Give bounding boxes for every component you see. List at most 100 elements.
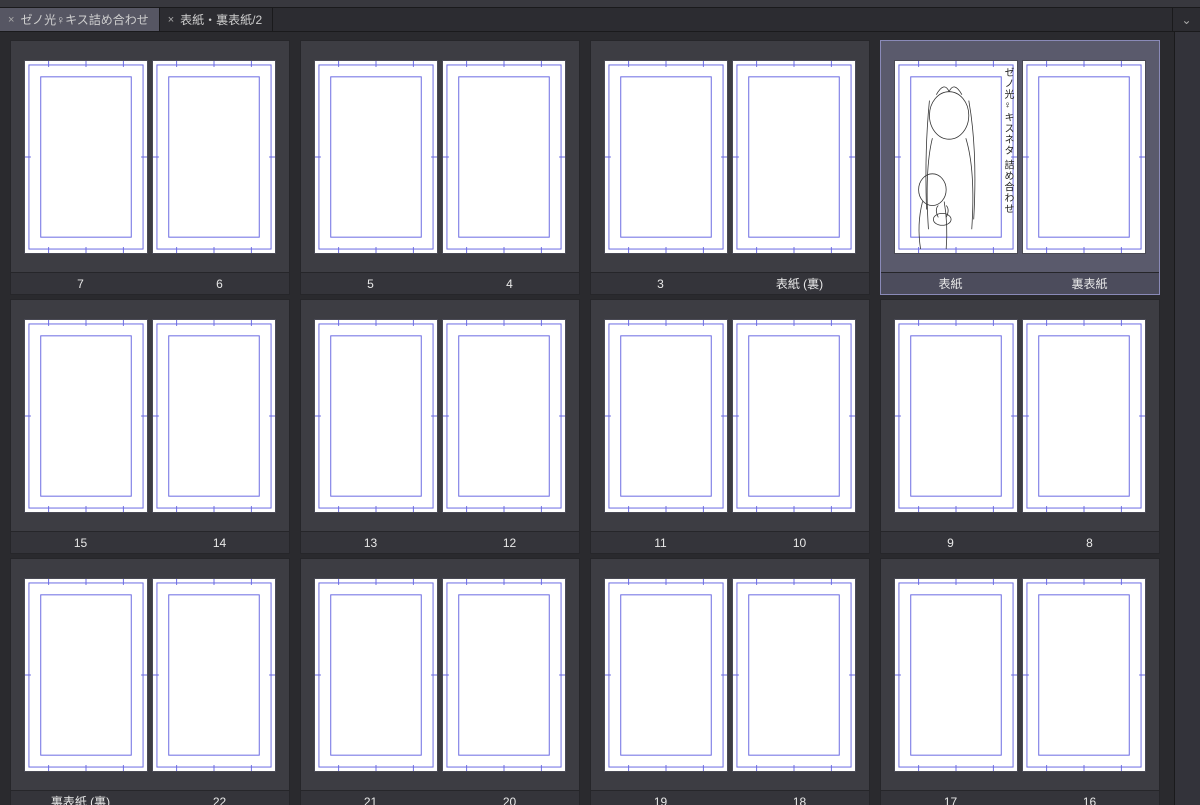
spread-thumbnail[interactable]: 1918 [590,558,870,805]
page-label-right: 14 [150,532,289,553]
cover-title-line: 詰め合わせ [1002,159,1013,214]
page-canvas [24,319,148,513]
spread-preview [591,559,869,790]
spread-preview [591,300,869,531]
spread-thumbnail[interactable]: 裏表紙 (裏)22 [10,558,290,805]
spread-preview [11,41,289,272]
spread-thumbnail[interactable]: 54 [300,40,580,295]
page-canvas [732,319,856,513]
page-label-left: 15 [11,532,150,553]
page-canvas [1022,60,1146,254]
page-canvas [152,319,276,513]
page-manager-workspace: 76 [0,32,1174,805]
page-label-left: 3 [591,273,730,294]
spread-label-bar: 76 [11,272,289,294]
spread-label-bar: 1110 [591,531,869,553]
page-canvas [24,60,148,254]
spread-label-bar: 3表紙 (裏) [591,272,869,294]
page-canvas [732,60,856,254]
page-canvas [604,60,728,254]
cover-title-text: ゼノ光♀キスネタ 詰め合わせ [895,61,1017,253]
page-label-right: 22 [150,791,289,805]
page-canvas [314,60,438,254]
spread-label-bar: 2120 [301,790,579,805]
spread-thumbnail[interactable]: 1514 [10,299,290,554]
page-canvas [894,578,1018,772]
spread-label-bar: 表紙裏表紙 [881,272,1159,294]
page-label-left: 9 [881,532,1020,553]
spread-thumbnail[interactable]: ゼノ光♀キスネタ 詰め合わせ 表紙裏表紙 [880,40,1160,295]
spread-label-bar: 1514 [11,531,289,553]
spread-label-bar: 1716 [881,790,1159,805]
right-panel-gutter [1174,32,1200,805]
spread-label-bar: 1918 [591,790,869,805]
document-tab-1[interactable]: × 表紙・裏表紙/2 [160,8,273,31]
page-canvas [314,578,438,772]
spread-label-bar: 98 [881,531,1159,553]
page-canvas [604,578,728,772]
spread-thumbnail[interactable]: 1716 [880,558,1160,805]
spread-thumbnail[interactable]: 76 [10,40,290,295]
spread-preview [881,300,1159,531]
page-canvas: ゼノ光♀キスネタ 詰め合わせ [894,60,1018,254]
chevron-down-icon: ⌄ [1181,13,1191,27]
spread-preview [11,559,289,790]
document-tab-label: ゼノ光♀キス詰め合わせ [20,11,148,28]
spread-preview [301,300,579,531]
document-tab-0[interactable]: × ゼノ光♀キス詰め合わせ [0,8,160,31]
page-canvas [604,319,728,513]
spread-preview [301,559,579,790]
spread-thumbnail-grid: 76 [0,32,1174,805]
page-canvas [314,319,438,513]
page-label-right: 18 [730,791,869,805]
spread-thumbnail[interactable]: 1312 [300,299,580,554]
page-canvas [442,60,566,254]
page-label-left: 19 [591,791,730,805]
spread-preview [11,300,289,531]
page-label-left: 表紙 [881,273,1020,294]
page-label-right: 10 [730,532,869,553]
page-canvas [442,578,566,772]
document-tab-label: 表紙・裏表紙/2 [180,11,262,28]
close-icon[interactable]: × [168,14,174,26]
page-label-right: 4 [440,273,579,294]
spread-preview [881,559,1159,790]
tab-overflow-button[interactable]: ⌄ [1172,8,1200,31]
page-label-left: 13 [301,532,440,553]
page-canvas [442,319,566,513]
page-label-right: 12 [440,532,579,553]
spread-label-bar: 裏表紙 (裏)22 [11,790,289,805]
app-top-bar [0,0,1200,8]
page-label-left: 17 [881,791,1020,805]
page-label-right: 20 [440,791,579,805]
spread-preview [591,41,869,272]
spread-thumbnail[interactable]: 1110 [590,299,870,554]
spread-thumbnail[interactable]: 3表紙 (裏) [590,40,870,295]
page-label-left: 7 [11,273,150,294]
spread-preview [301,41,579,272]
page-label-right: 16 [1020,791,1159,805]
page-canvas [24,578,148,772]
spread-thumbnail[interactable]: 98 [880,299,1160,554]
page-label-left: 5 [301,273,440,294]
page-canvas [152,60,276,254]
page-label-left: 裏表紙 (裏) [11,791,150,805]
page-canvas [1022,578,1146,772]
document-tab-strip: × ゼノ光♀キス詰め合わせ × 表紙・裏表紙/2 ⌄ [0,8,1200,32]
page-label-left: 11 [591,532,730,553]
spread-label-bar: 1312 [301,531,579,553]
page-label-right: 裏表紙 [1020,273,1159,294]
spread-preview: ゼノ光♀キスネタ 詰め合わせ [881,41,1159,272]
page-label-right: 表紙 (裏) [730,273,869,294]
page-canvas [152,578,276,772]
page-label-left: 21 [301,791,440,805]
page-canvas [1022,319,1146,513]
page-canvas [894,319,1018,513]
page-label-right: 6 [150,273,289,294]
close-icon[interactable]: × [8,14,14,26]
tab-strip-spacer [273,8,1172,31]
spread-thumbnail[interactable]: 2120 [300,558,580,805]
page-canvas [732,578,856,772]
page-label-right: 8 [1020,532,1159,553]
cover-title-line: ゼノ光♀キスネタ [1002,67,1013,156]
